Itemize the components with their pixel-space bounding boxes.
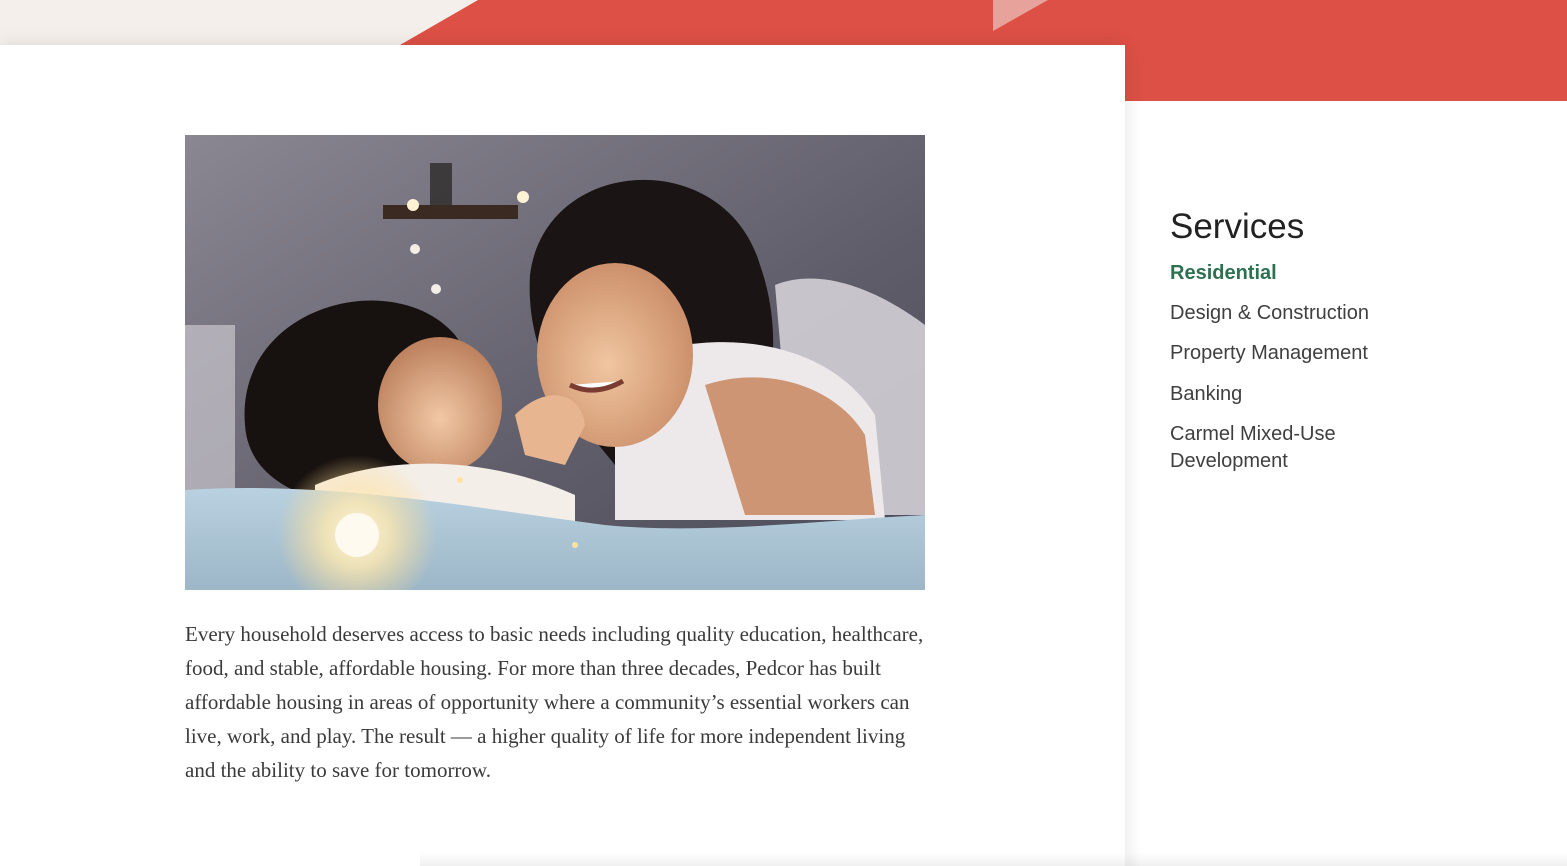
sidebar-item-design-construction[interactable]: Design & Construction bbox=[1170, 300, 1430, 327]
footer-shadow bbox=[420, 852, 1567, 866]
services-nav: Residential Design & Construction Proper… bbox=[1170, 260, 1430, 489]
hero-photo bbox=[185, 135, 925, 590]
sidebar-divider-shadow bbox=[1125, 101, 1141, 866]
sidebar-item-property-management[interactable]: Property Management bbox=[1170, 340, 1430, 367]
sidebar-item-carmel-mixed-use[interactable]: Carmel Mixed-Use Development bbox=[1170, 421, 1430, 475]
sidebar-item-residential[interactable]: Residential bbox=[1170, 260, 1430, 287]
sidebar-heading: Services bbox=[1170, 207, 1305, 246]
sidebar-item-banking[interactable]: Banking bbox=[1170, 381, 1430, 408]
intro-paragraph: Every household deserves access to basic… bbox=[185, 622, 924, 782]
